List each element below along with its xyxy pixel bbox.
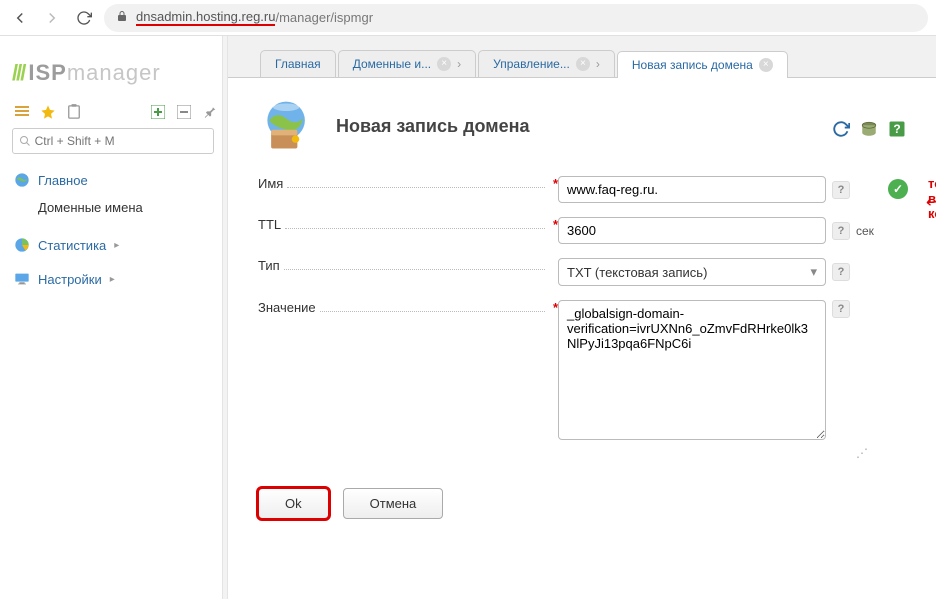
help-button[interactable]: ?: [832, 222, 850, 240]
name-input[interactable]: [558, 176, 826, 203]
label-ttl: TTL: [258, 217, 281, 232]
forward-button[interactable]: [40, 6, 64, 30]
success-badge: ✓: [888, 179, 908, 199]
reload-button[interactable]: [72, 6, 96, 30]
browser-bar: dnsadmin.hosting.reg.ru/manager/ispmgr: [0, 0, 936, 36]
pie-icon: [14, 237, 30, 253]
label-type: Тип: [258, 258, 280, 273]
search-input[interactable]: [35, 134, 207, 148]
required-mark: *: [553, 217, 558, 232]
help-button[interactable]: ?: [832, 263, 850, 281]
url-path: /manager/ispmgr: [275, 10, 373, 25]
plus-icon[interactable]: [150, 104, 166, 120]
star-icon[interactable]: [40, 104, 56, 120]
label-name: Имя: [258, 176, 283, 191]
search-icon: [19, 135, 31, 147]
nav-settings-label: Настройки: [38, 272, 102, 287]
close-icon[interactable]: ×: [437, 57, 451, 71]
tab-main[interactable]: Главная: [260, 50, 336, 77]
globe-document-icon: [258, 96, 318, 156]
lock-icon: [116, 10, 128, 25]
nav-stats-label: Статистика: [38, 238, 106, 253]
refresh-icon[interactable]: [832, 120, 850, 141]
help-button[interactable]: ?: [832, 300, 850, 318]
required-mark: *: [553, 176, 558, 191]
list-icon[interactable]: [14, 104, 30, 120]
clipboard-icon[interactable]: [66, 104, 82, 120]
nav-domains-label: Доменные имена: [38, 200, 143, 215]
tab-domains[interactable]: Доменные и...×›: [338, 50, 476, 77]
chevron-right-icon: ▸: [114, 240, 119, 251]
close-icon[interactable]: ×: [576, 57, 590, 71]
disk-icon[interactable]: [860, 120, 878, 141]
tab-new-record[interactable]: Новая запись домена×: [617, 51, 788, 78]
close-icon[interactable]: ×: [759, 58, 773, 72]
type-select[interactable]: TXT (текстовая запись) ▾: [558, 258, 826, 286]
value-textarea[interactable]: [558, 300, 826, 440]
nav-stats[interactable]: Статистика ▸: [10, 231, 222, 259]
form: точка в конце ↙ Имя * ? ✓: [258, 176, 906, 519]
nav-domains[interactable]: Доменные имена: [10, 194, 222, 221]
back-button[interactable]: [8, 6, 32, 30]
help-icon[interactable]: ?: [888, 120, 906, 141]
page-title: Новая запись домена: [336, 116, 529, 137]
nav-main[interactable]: Главное: [10, 166, 222, 194]
required-mark: *: [553, 300, 558, 315]
type-value: TXT (текстовая запись): [567, 265, 707, 280]
cancel-button[interactable]: Отмена: [343, 488, 444, 519]
address-bar[interactable]: dnsadmin.hosting.reg.ru/manager/ispmgr: [104, 4, 928, 32]
sidebar: ///ISPmanager Главное Доменные имена: [0, 36, 222, 599]
nav-settings[interactable]: Настройки ▸: [10, 265, 222, 293]
chevron-down-icon: ▾: [810, 264, 817, 280]
chevron-right-icon: ›: [457, 57, 461, 71]
logo: ///ISPmanager: [10, 60, 222, 86]
minus-icon[interactable]: [176, 104, 192, 120]
sidebar-search[interactable]: [12, 128, 214, 154]
monitor-icon: [14, 271, 30, 287]
ttl-input[interactable]: [558, 217, 826, 244]
label-value: Значение: [258, 300, 316, 315]
resize-grip[interactable]: ⋰: [258, 446, 866, 460]
chevron-right-icon: ▸: [110, 274, 115, 285]
help-button[interactable]: ?: [832, 181, 850, 199]
ok-button[interactable]: Ok: [258, 488, 329, 519]
tab-bar: Главная Доменные и...×› Управление...×› …: [228, 36, 936, 78]
url-host: dnsadmin.hosting.reg.ru: [136, 9, 275, 26]
pin-icon[interactable]: [202, 104, 218, 120]
svg-text:?: ?: [893, 122, 900, 136]
panel-header: Новая запись домена ?: [258, 96, 906, 156]
ttl-unit: сек: [856, 224, 874, 238]
globe-small-icon: [14, 172, 30, 188]
chevron-right-icon: ›: [596, 57, 600, 71]
tab-manage[interactable]: Управление...×›: [478, 50, 615, 77]
nav-main-label: Главное: [38, 173, 88, 188]
sidebar-toolbar: [10, 100, 222, 128]
